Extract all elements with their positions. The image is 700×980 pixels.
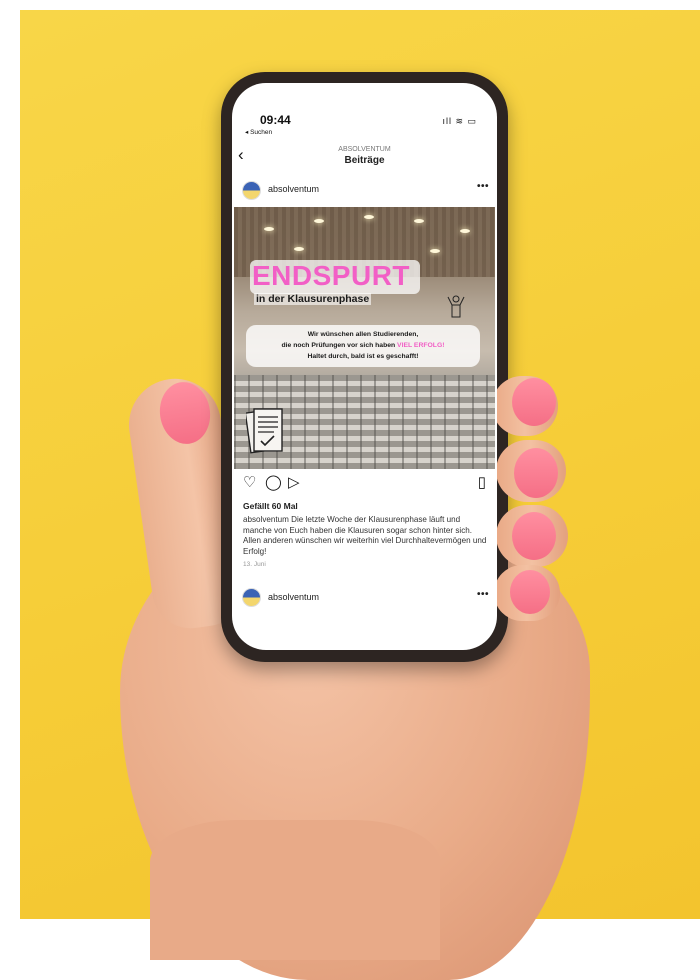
back-to-app-link[interactable]: ◂ Suchen bbox=[245, 128, 272, 136]
comment-icon[interactable]: ◯ bbox=[265, 475, 282, 490]
image-headline: ENDSPURT bbox=[252, 260, 411, 291]
ceiling-light bbox=[460, 229, 470, 233]
avatar[interactable] bbox=[242, 181, 261, 200]
ceiling-light bbox=[314, 219, 324, 223]
post-image[interactable]: ENDSPURT in der Klausurenphase Wir wünsc… bbox=[234, 207, 495, 469]
like-count[interactable]: Gefällt 60 Mal bbox=[243, 501, 298, 511]
message-line-1: Wir wünschen allen Studierenden, bbox=[307, 331, 419, 338]
exam-document-icon bbox=[246, 408, 283, 454]
avatar[interactable] bbox=[242, 588, 261, 607]
status-icons: ıll ≋ ▭ bbox=[442, 116, 477, 126]
message-highlight: VIEL ERFOLG! bbox=[397, 342, 445, 349]
post-username[interactable]: absolventum bbox=[268, 184, 319, 194]
ceiling-light bbox=[294, 247, 304, 251]
more-options-icon[interactable]: ••• bbox=[477, 589, 489, 600]
phone-screen: 09:44 ◂ Suchen ıll ≋ ▭ ‹ ABSOLVENTUM Bei… bbox=[232, 83, 497, 650]
account-name: ABSOLVENTUM bbox=[338, 146, 391, 153]
ceiling-light bbox=[414, 219, 424, 223]
caption-username[interactable]: absolventum bbox=[243, 515, 289, 524]
heart-icon[interactable]: ♡ bbox=[243, 475, 256, 490]
bookmark-icon[interactable]: ▯ bbox=[478, 475, 486, 490]
wrist bbox=[150, 820, 440, 960]
image-subheadline: in der Klausurenphase bbox=[254, 293, 372, 305]
message-line-2-start: die noch Prüfungen vor sich haben bbox=[281, 342, 398, 349]
cheering-person-icon bbox=[447, 295, 465, 318]
clock-time: 09:44 bbox=[260, 113, 291, 127]
finger-nail-ring bbox=[512, 512, 556, 560]
next-post-username[interactable]: absolventum bbox=[268, 592, 319, 602]
post-caption: absolventum Die letzte Woche der Klausur… bbox=[243, 515, 491, 557]
finger-nail-pinky bbox=[510, 570, 550, 614]
more-options-icon[interactable]: ••• bbox=[477, 181, 489, 192]
ceiling-light bbox=[430, 249, 440, 253]
post-date: 13. Juni bbox=[243, 561, 266, 568]
message-line-3: Haltet durch, bald ist es geschafft! bbox=[307, 353, 419, 360]
page-title: Beiträge bbox=[344, 155, 385, 166]
finger-nail-middle bbox=[514, 448, 558, 498]
message-line-2: die noch Prüfungen vor sich haben VIEL E… bbox=[246, 342, 480, 349]
ceiling-light bbox=[364, 215, 374, 219]
ceiling-light bbox=[264, 227, 274, 231]
finger-nail-index bbox=[512, 378, 556, 426]
send-icon[interactable]: ▷ bbox=[288, 475, 300, 490]
